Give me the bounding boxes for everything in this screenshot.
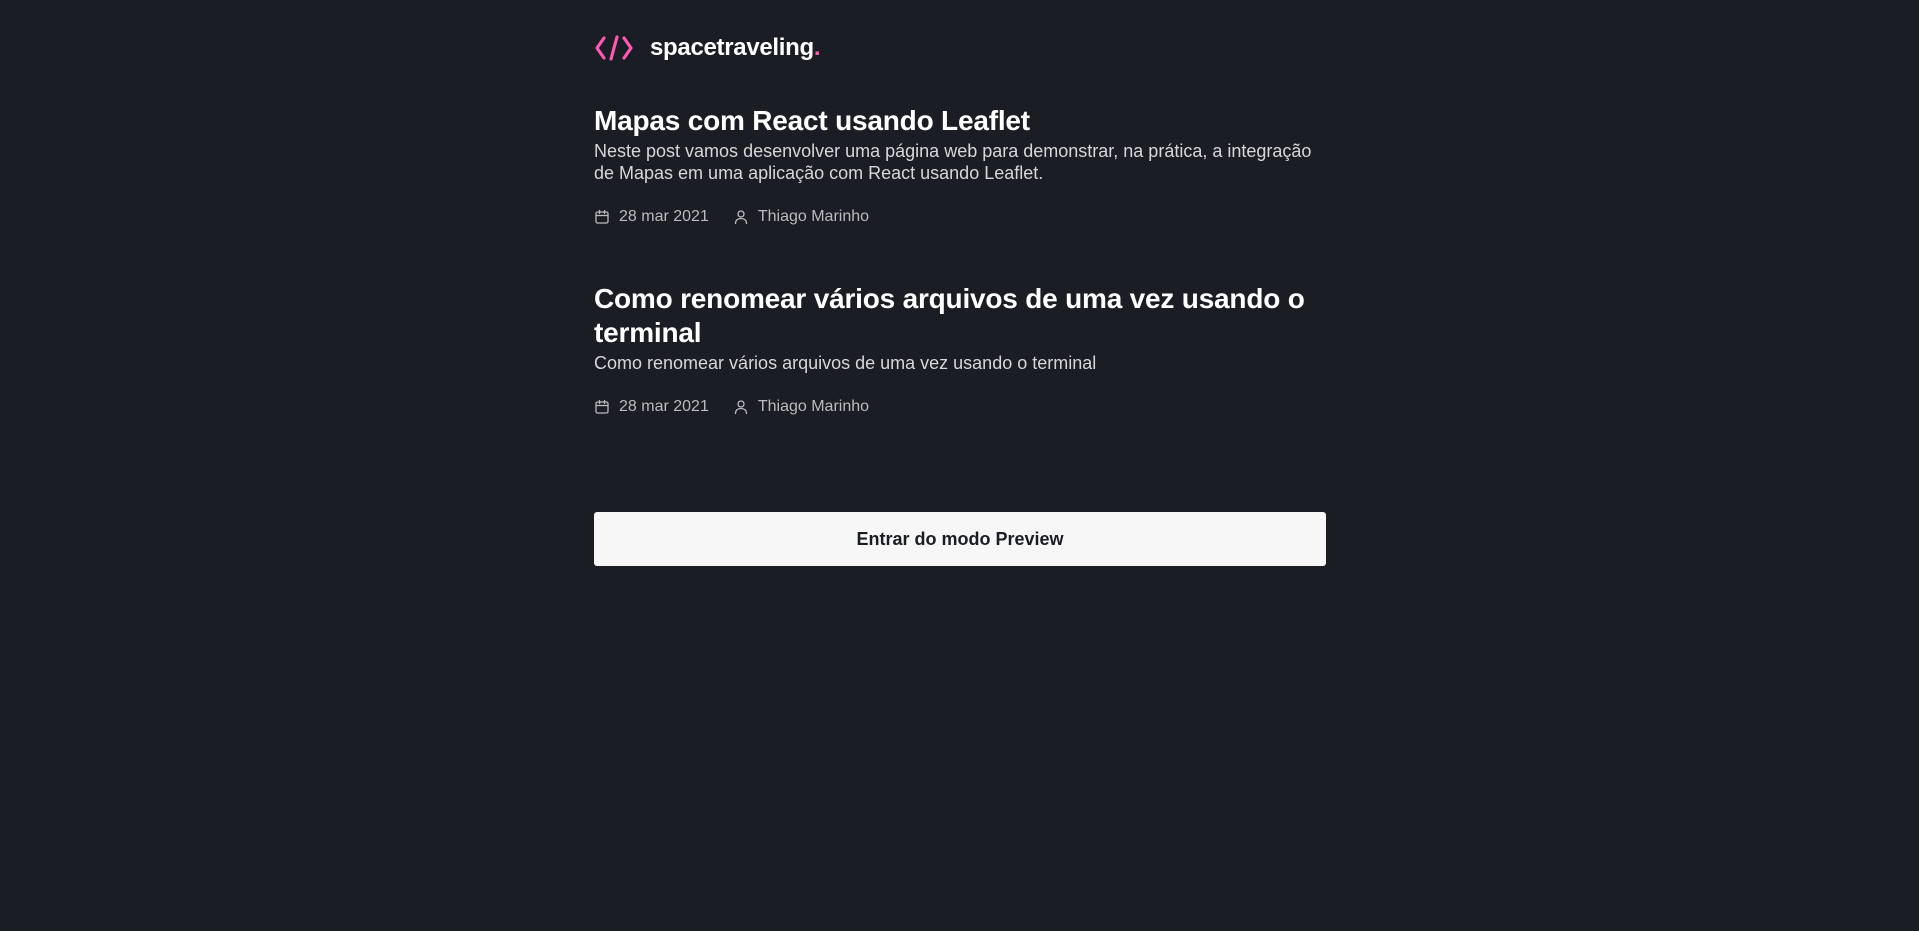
calendar-icon (594, 399, 610, 415)
post-item[interactable]: Mapas com React usando Leaflet Neste pos… (594, 104, 1326, 226)
post-title[interactable]: Como renomear vários arquivos de uma vez… (594, 282, 1326, 350)
post-subtitle: Como renomear vários arquivos de uma vez… (594, 353, 1097, 373)
user-icon (733, 209, 749, 225)
post-date-text: 28 mar 2021 (619, 398, 709, 415)
post-author-text: Thiago Marinho (757, 398, 870, 415)
post-meta: 28 mar 2021 Thiago Marinho (594, 398, 1326, 416)
post-date: 28 mar 2021 (594, 208, 709, 226)
post-author: Thiago Marinho (733, 398, 869, 416)
post-date-text: 28 mar 2021 (619, 208, 709, 225)
brand-dot: . (813, 34, 821, 61)
post-meta: 28 mar 2021 Thiago Marinho (594, 208, 1326, 226)
enter-preview-button[interactable]: Entrar do modo Preview (594, 512, 1326, 566)
brand-name-text: spacetraveling (650, 34, 814, 61)
code-brackets-icon[interactable] (594, 34, 634, 62)
brand-name[interactable]: spacetraveling. (650, 34, 821, 62)
post-item[interactable]: Como renomear vários arquivos de uma vez… (594, 282, 1326, 416)
calendar-icon (594, 209, 610, 225)
post-author-text: Thiago Marinho (757, 208, 870, 225)
site-header: spacetraveling. (594, 34, 821, 62)
post-subtitle: Neste post vamos desenvolver uma página … (594, 141, 1312, 183)
user-icon (733, 399, 749, 415)
post-date: 28 mar 2021 (594, 398, 709, 416)
post-title[interactable]: Mapas com React usando Leaflet (594, 104, 1326, 138)
post-author: Thiago Marinho (733, 208, 869, 226)
